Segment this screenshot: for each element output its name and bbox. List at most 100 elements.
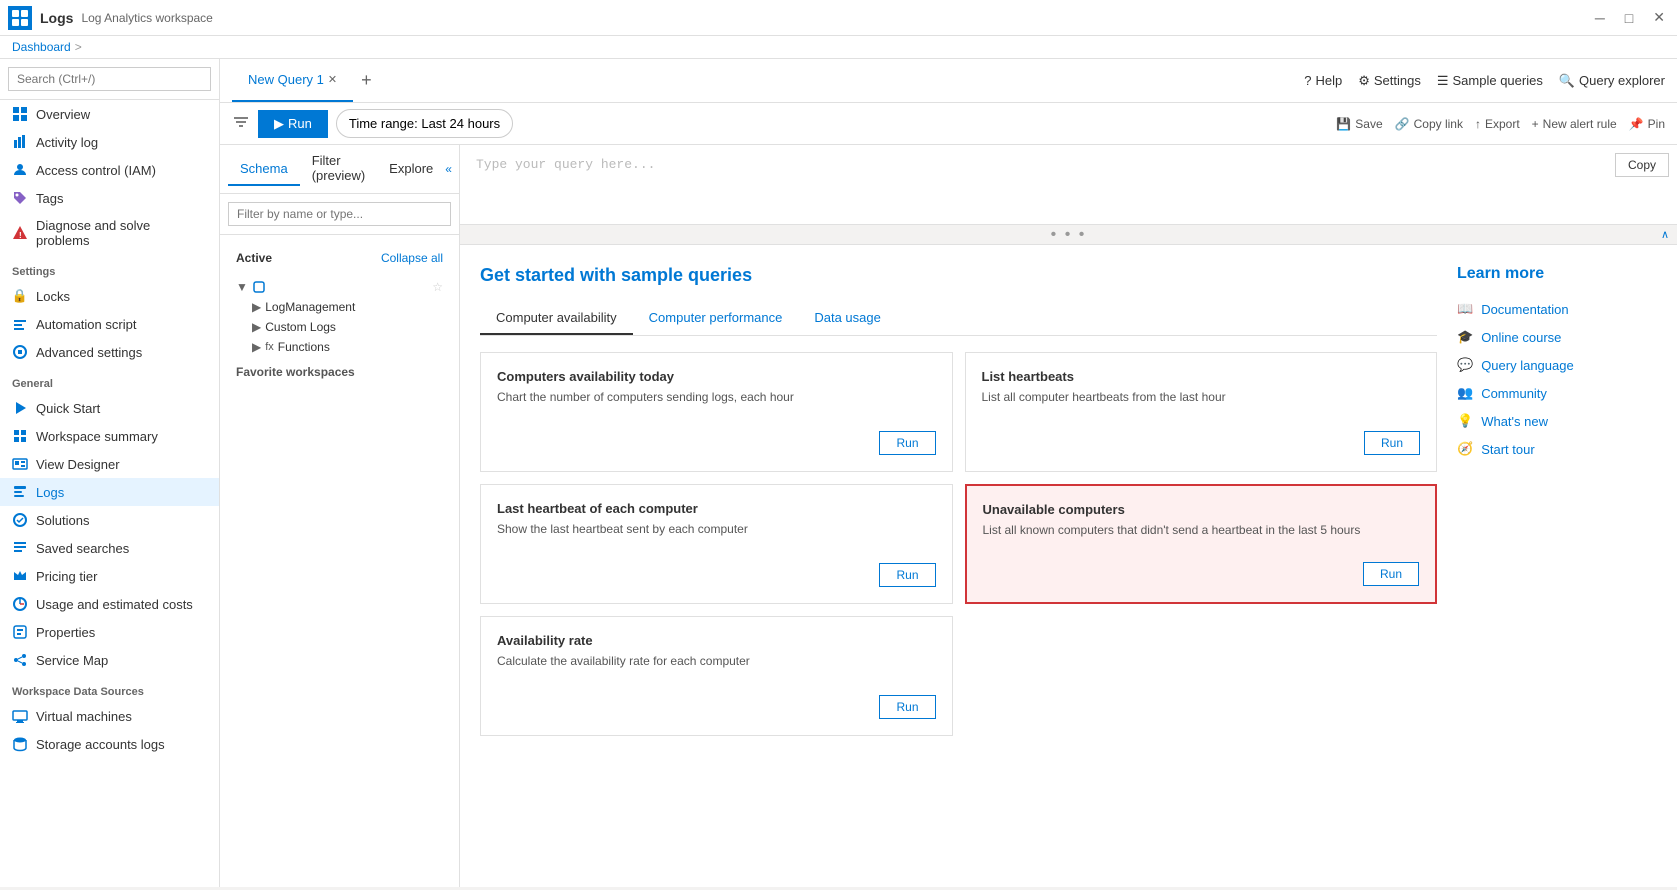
learn-more-online-course[interactable]: 🎓 Online course (1457, 323, 1657, 351)
storage-icon (12, 736, 28, 752)
vm-icon (12, 708, 28, 724)
save-button[interactable]: 💾 Save (1336, 117, 1382, 131)
sidebar-item-saved[interactable]: Saved searches (0, 534, 219, 562)
schema-tab-explore[interactable]: Explore (377, 153, 445, 186)
sample-tab-performance[interactable]: Computer performance (633, 302, 799, 335)
top-nav-right: ? Help ⚙ Settings ☰ Sample queries 🔍 Que… (1304, 73, 1665, 89)
search-input[interactable] (8, 67, 211, 91)
schema-collapse-btn[interactable]: « (445, 162, 452, 176)
sample-queries-area: Get started with sample queries Computer… (460, 245, 1677, 887)
schema-tree-logmanagement[interactable]: ▶ LogManagement (244, 297, 451, 317)
sidebar-item-summary[interactable]: Workspace summary (0, 422, 219, 450)
sidebar-item-tags[interactable]: Tags (0, 184, 219, 212)
sidebar-item-properties[interactable]: Properties (0, 618, 219, 646)
settings-button[interactable]: ⚙ Settings (1358, 73, 1421, 89)
minimize-button[interactable]: ─ (1591, 5, 1609, 30)
sample-tab-datausage[interactable]: Data usage (798, 302, 897, 335)
maximize-button[interactable]: □ (1621, 5, 1637, 30)
card-4-run-button[interactable]: Run (879, 695, 935, 719)
sidebar-item-pricing[interactable]: Pricing tier (0, 562, 219, 590)
query-explorer-button[interactable]: 🔍 Query explorer (1559, 73, 1665, 89)
schema-tab-schema[interactable]: Schema (228, 153, 300, 186)
star-icon[interactable]: ☆ (432, 280, 443, 294)
learn-more-start-tour[interactable]: 🧭 Start tour (1457, 435, 1657, 463)
collapse-query-button[interactable]: ∧ (1661, 228, 1669, 241)
export-button[interactable]: ↑ Export (1475, 117, 1520, 131)
sidebar-item-diagnose[interactable]: ! Diagnose and solve problems (0, 212, 219, 254)
sidebar-item-quickstart[interactable]: Quick Start (0, 394, 219, 422)
breadcrumb-home[interactable]: Dashboard (12, 40, 71, 54)
query-pane: Schema Filter (preview) Explore « Active… (220, 145, 1677, 887)
sidebar-item-usage[interactable]: Usage and estimated costs (0, 590, 219, 618)
workspace-data-section-label: Workspace Data Sources (0, 674, 219, 702)
schema-tab-filter[interactable]: Filter (preview) (300, 145, 377, 193)
sidebar-item-advanced[interactable]: Advanced settings (0, 338, 219, 366)
sidebar-item-vms[interactable]: Virtual machines (0, 702, 219, 730)
tab-new-query[interactable]: New Query 1 ✕ (232, 59, 353, 102)
query-placeholder: Type your query here... (476, 157, 1661, 172)
schema-tree-customlogs[interactable]: ▶ Custom Logs (244, 317, 451, 337)
card-0-run-button[interactable]: Run (879, 431, 935, 455)
card-3-run-button[interactable]: Run (1363, 562, 1419, 586)
diagnose-icon: ! (12, 225, 28, 241)
card-2-title: Last heartbeat of each computer (497, 501, 936, 516)
sidebar-item-automation[interactable]: Automation script (0, 310, 219, 338)
filter-settings-button[interactable] (232, 113, 250, 134)
sidebar-item-overview[interactable]: Overview (0, 100, 219, 128)
sidebar-item-viewdesigner[interactable]: View Designer (0, 450, 219, 478)
chevron-right-icon-2: ▶ (252, 320, 261, 334)
sample-tab-availability[interactable]: Computer availability (480, 302, 633, 335)
properties-icon (12, 624, 28, 640)
close-button[interactable]: ✕ (1649, 5, 1669, 30)
card-2-run-button[interactable]: Run (879, 563, 935, 587)
copy-button[interactable]: Copy (1615, 153, 1669, 177)
breadcrumb-sep: > (75, 40, 82, 54)
tour-icon: 🧭 (1457, 441, 1473, 457)
breadcrumb: Dashboard > (0, 36, 1677, 59)
schema-body: Active Collapse all ▼ ☆ ▶ (220, 235, 459, 887)
usage-icon (12, 596, 28, 612)
schema-filter-input[interactable] (228, 202, 451, 226)
sample-queries-button[interactable]: ☰ Sample queries (1437, 73, 1543, 89)
pin-button[interactable]: 📌 Pin (1629, 117, 1665, 131)
learn-more-query-language[interactable]: 💬 Query language (1457, 351, 1657, 379)
card-1-run-button[interactable]: Run (1364, 431, 1420, 455)
sidebar-item-solutions[interactable]: Solutions (0, 506, 219, 534)
learn-more-title: Learn more (1457, 265, 1657, 283)
add-tab-button[interactable]: + (353, 59, 380, 102)
sample-card-1: List heartbeats List all computer heartb… (965, 352, 1438, 472)
learn-more-documentation[interactable]: 📖 Documentation (1457, 295, 1657, 323)
active-label: Active (228, 247, 280, 269)
sample-cards-grid: Computers availability today Chart the n… (480, 352, 1437, 736)
new-alert-button[interactable]: + New alert rule (1532, 117, 1617, 131)
sidebar-item-activity[interactable]: Activity log (0, 128, 219, 156)
tab-new-query-label: New Query 1 (248, 72, 324, 87)
collapse-all-button[interactable]: Collapse all (357, 247, 451, 269)
query-resize-handle[interactable]: • • • ∧ (460, 225, 1677, 245)
sidebar-item-servicemap[interactable]: Service Map (0, 646, 219, 674)
summary-icon (12, 428, 28, 444)
schema-panel: Schema Filter (preview) Explore « Active… (220, 145, 460, 887)
sample-card-2: Last heartbeat of each computer Show the… (480, 484, 953, 604)
schema-tree-functions[interactable]: ▶ fx Functions (244, 337, 451, 357)
card-0-title: Computers availability today (497, 369, 936, 384)
help-button[interactable]: ? Help (1304, 73, 1342, 88)
tab-close-button[interactable]: ✕ (328, 73, 337, 86)
export-icon: ↑ (1475, 117, 1481, 131)
toolbar: ▶ Run Time range: Last 24 hours 💾 Save 🔗… (220, 103, 1677, 145)
sample-queries-main: Get started with sample queries Computer… (480, 265, 1437, 736)
course-icon: 🎓 (1457, 329, 1473, 345)
sidebar-item-storage[interactable]: Storage accounts logs (0, 730, 219, 758)
schema-tree-root[interactable]: ▼ ☆ (228, 277, 451, 297)
sidebar-item-locks[interactable]: 🔒 Locks (0, 282, 219, 310)
learn-more-whats-new[interactable]: 💡 What's new (1457, 407, 1657, 435)
time-range-button[interactable]: Time range: Last 24 hours (336, 109, 513, 138)
sidebar-item-iam[interactable]: Access control (IAM) (0, 156, 219, 184)
copy-link-button[interactable]: 🔗 Copy link (1395, 117, 1463, 131)
sidebar-item-logs[interactable]: Logs (0, 478, 219, 506)
run-button[interactable]: ▶ Run (258, 110, 328, 138)
logs-icon (12, 484, 28, 500)
learn-more-community[interactable]: 👥 Community (1457, 379, 1657, 407)
schema-tabs: Schema Filter (preview) Explore « (220, 145, 459, 194)
app-title: Logs (40, 10, 73, 26)
